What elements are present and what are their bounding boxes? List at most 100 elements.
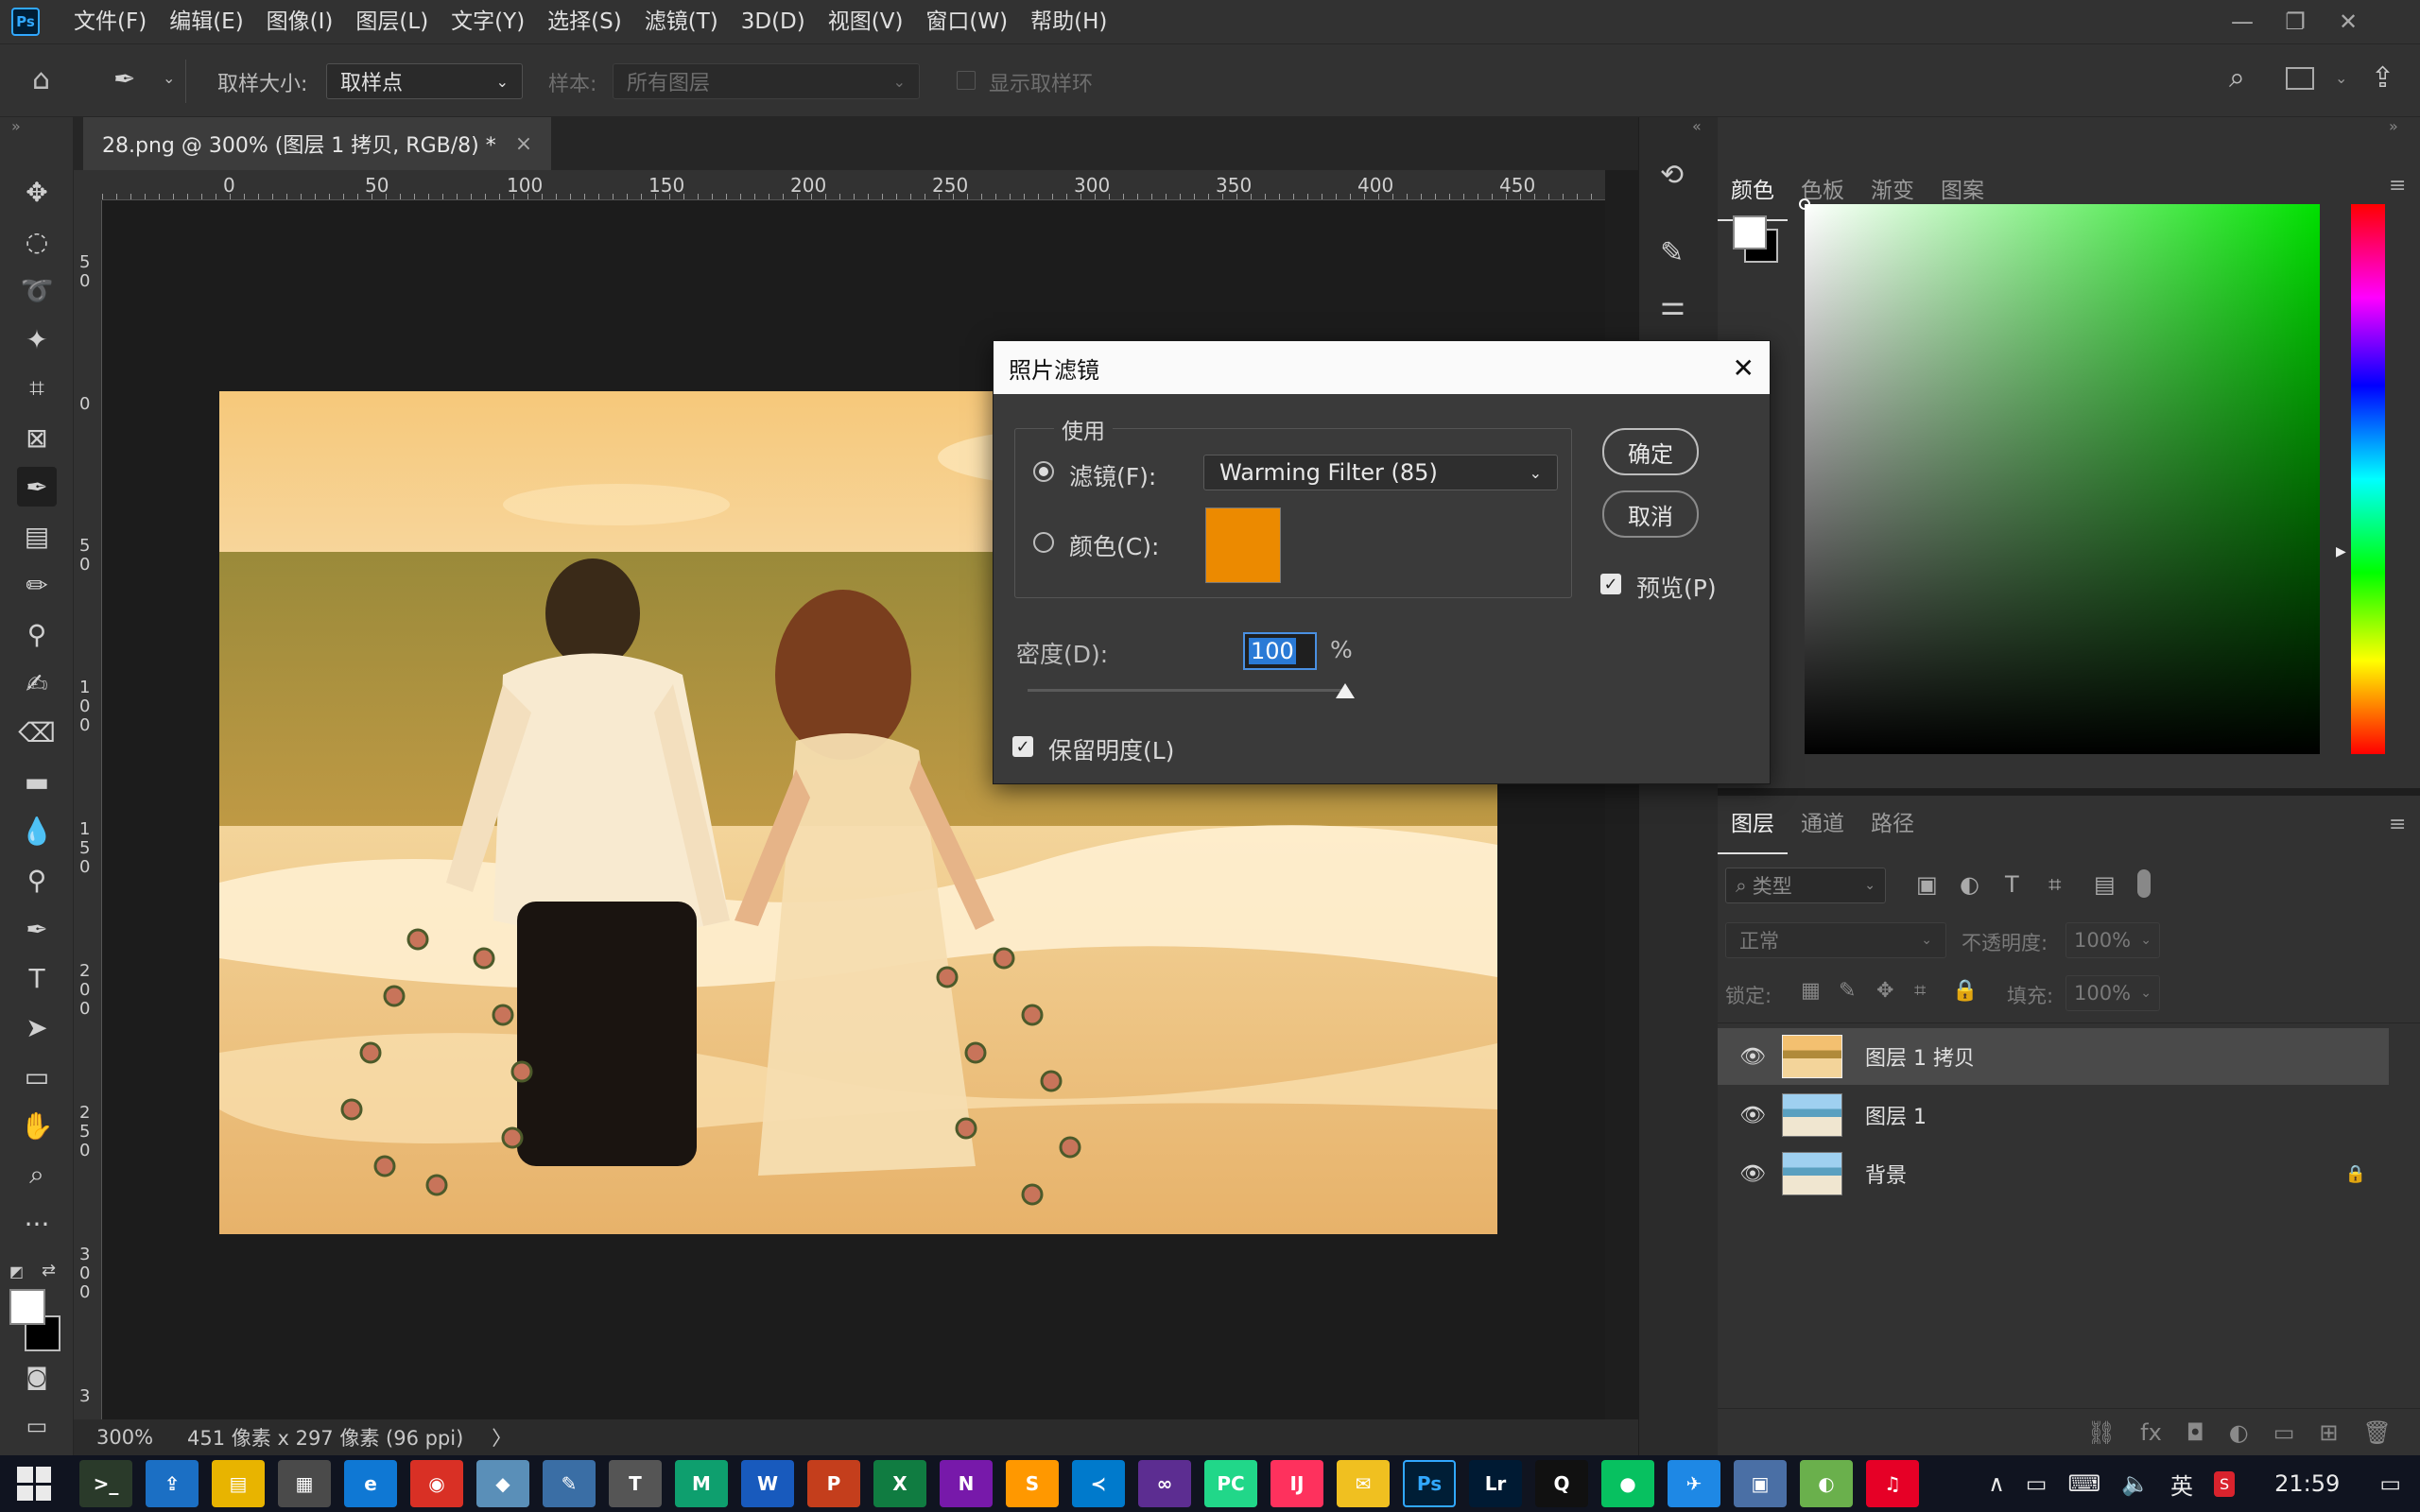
search-icon[interactable]: ⌕ <box>2229 61 2245 94</box>
collapse-icon[interactable]: « <box>1692 117 1702 135</box>
brush-tool-icon[interactable]: ✏ <box>17 565 57 605</box>
lightroom-icon[interactable]: Lr <box>1469 1460 1522 1507</box>
adjustments-icon[interactable]: ⚌ <box>1660 289 1685 322</box>
chevron-up-icon[interactable]: ∧ <box>1988 1470 2005 1497</box>
pen-tool-icon[interactable]: ✒ <box>17 909 57 949</box>
typora-icon[interactable]: T <box>609 1460 662 1507</box>
dodge-tool-icon[interactable]: ⚲ <box>17 860 57 900</box>
new-layer-icon[interactable]: ⊞ <box>2319 1419 2338 1446</box>
foreground-color-swatch[interactable] <box>1733 215 1767 249</box>
screen-mode-icon[interactable]: ▭ <box>17 1406 57 1446</box>
show-ring-checkbox[interactable] <box>957 71 976 90</box>
windows-start-icon[interactable] <box>17 1467 51 1501</box>
rectangle-tool-icon[interactable]: ▭ <box>17 1057 57 1096</box>
network-icon[interactable]: ⌨ <box>2067 1470 2100 1497</box>
lock-image-icon[interactable]: ✎ <box>1839 979 1856 1003</box>
magic-wand-icon[interactable]: ✦ <box>17 319 57 359</box>
visibility-eye-icon[interactable]: 👁 <box>1737 1104 1769 1127</box>
filter-toggle[interactable] <box>2137 869 2151 898</box>
visibility-eye-icon[interactable]: 👁 <box>1737 1045 1769 1069</box>
adjustment-layer-icon[interactable]: ◐ <box>2229 1419 2249 1446</box>
lock-all-icon[interactable]: 🔒 <box>1952 979 1978 1003</box>
density-input[interactable]: 100 <box>1243 632 1317 670</box>
blend-mode-select[interactable]: 正常 ⌄ <box>1725 922 1946 958</box>
filter-shape-icon[interactable]: ⌗ <box>2048 871 2062 898</box>
paint-icon[interactable]: ✎ <box>543 1460 596 1507</box>
chrome-icon[interactable]: ◉ <box>410 1460 463 1507</box>
volume-icon[interactable]: 🔈 <box>2121 1470 2150 1497</box>
layer-row[interactable]: 👁 背景 🔒 <box>1718 1145 2389 1202</box>
preserve-luminosity-checkbox[interactable]: ✓ <box>1012 736 1033 757</box>
layer-filter-select[interactable]: ⌕ 类型 ⌄ <box>1725 868 1886 903</box>
onenote-icon[interactable]: N <box>940 1460 993 1507</box>
menu-item[interactable]: 窗口(W) <box>914 0 1019 43</box>
cancel-button[interactable]: 取消 <box>1602 490 1699 538</box>
workspace-icon[interactable] <box>2286 67 2314 90</box>
layers-tab[interactable]: 图层 <box>1718 796 1788 854</box>
close-icon[interactable]: ✕ <box>1733 352 1754 384</box>
filter-pixel-icon[interactable]: ▣ <box>1916 871 1938 898</box>
input-method-indicator[interactable]: 英 <box>2170 1468 2193 1501</box>
hue-slider[interactable] <box>2351 204 2385 754</box>
intellij-icon[interactable]: IJ <box>1270 1460 1323 1507</box>
notes-icon[interactable]: ✉ <box>1337 1460 1390 1507</box>
density-slider-handle[interactable] <box>1336 683 1355 698</box>
hue-slider-handle[interactable]: ▶ <box>2336 544 2346 559</box>
color-tab[interactable]: 颜色 <box>1718 163 1788 221</box>
sample-size-select[interactable]: 取样点 ⌄ <box>326 63 523 99</box>
chevron-down-icon[interactable]: ⌄ <box>2335 69 2347 87</box>
default-colors-icon[interactable]: ◩ <box>9 1263 24 1280</box>
zoom-level[interactable]: 300% <box>96 1426 153 1449</box>
feishu-icon[interactable]: ✈ <box>1668 1460 1720 1507</box>
menu-item[interactable]: 图像(I) <box>255 0 345 43</box>
powerpoint-icon[interactable]: P <box>807 1460 860 1507</box>
new-group-icon[interactable]: ▭ <box>2273 1419 2295 1446</box>
lock-transparent-icon[interactable]: ▦ <box>1801 979 1821 1003</box>
notification-icon[interactable]: ▭ <box>2379 1470 2401 1497</box>
visualstudio-icon[interactable]: ∞ <box>1138 1460 1191 1507</box>
menu-item[interactable]: 选择(S) <box>536 0 633 43</box>
battery-icon[interactable]: ▭ <box>2026 1470 2048 1497</box>
color-radio[interactable] <box>1033 532 1054 553</box>
collapse-icon[interactable]: » <box>11 117 21 135</box>
terminal-icon[interactable]: >_ <box>79 1460 132 1507</box>
menu-item[interactable]: 滤镜(T) <box>633 0 730 43</box>
quick-mask-icon[interactable]: ◙ <box>17 1357 57 1397</box>
path-select-icon[interactable]: ➤ <box>17 1007 57 1047</box>
add-mask-icon[interactable]: ◘ <box>2187 1419 2204 1446</box>
color-picker-cursor[interactable] <box>1799 198 1810 210</box>
healing-brush-icon[interactable]: ▤ <box>17 516 57 556</box>
panel-menu-icon[interactable]: ≡ <box>2389 813 2406 836</box>
chevron-down-icon[interactable]: ⌄ <box>163 69 175 87</box>
gradient-tool-icon[interactable]: ▬ <box>17 762 57 801</box>
home-icon[interactable]: ⌂ <box>32 63 50 96</box>
filter-radio[interactable] <box>1033 461 1054 482</box>
close-tab-icon[interactable]: × <box>515 132 532 156</box>
vscode-icon[interactable]: ≺ <box>1072 1460 1125 1507</box>
edge-icon[interactable]: e <box>344 1460 397 1507</box>
opacity-field[interactable]: 100% ⌄ <box>2066 922 2160 958</box>
eyedropper-tool-icon[interactable]: ✒ <box>17 467 57 507</box>
density-slider-track[interactable] <box>1028 689 1345 692</box>
share-icon[interactable]: ⇪ <box>2371 61 2394 94</box>
type-tool-icon[interactable]: T <box>17 958 57 998</box>
zoom-tool-icon[interactable]: ⌕ <box>17 1155 57 1194</box>
qq-icon[interactable]: Q <box>1535 1460 1588 1507</box>
word-icon[interactable]: W <box>741 1460 794 1507</box>
layers-tab[interactable]: 路径 <box>1858 796 1927 854</box>
collapse-icon[interactable]: » <box>2389 117 2398 135</box>
wechat-icon[interactable]: ● <box>1601 1460 1654 1507</box>
restore-icon[interactable]: ❐ <box>2269 0 2322 43</box>
netease-music-icon[interactable]: ♫ <box>1866 1460 1919 1507</box>
preview-checkbox[interactable]: ✓ <box>1600 574 1621 594</box>
eyedropper-tool-icon[interactable]: ✒ <box>113 63 135 94</box>
eraser-tool-icon[interactable]: ⌫ <box>17 713 57 752</box>
filter-type-icon[interactable]: T <box>2005 871 2019 898</box>
layer-row[interactable]: 👁 图层 1 拷贝 <box>1718 1028 2389 1085</box>
menu-item[interactable]: 视图(V) <box>817 0 915 43</box>
document-tab[interactable]: 28.png @ 300% (图层 1 拷贝, RGB/8) * × <box>83 117 552 170</box>
calculator-icon[interactable]: ▦ <box>278 1460 331 1507</box>
menu-item[interactable]: 图层(L) <box>344 0 440 43</box>
blur-tool-icon[interactable]: 💧 <box>17 811 57 850</box>
history-brush-icon[interactable]: ✍ <box>17 663 57 703</box>
